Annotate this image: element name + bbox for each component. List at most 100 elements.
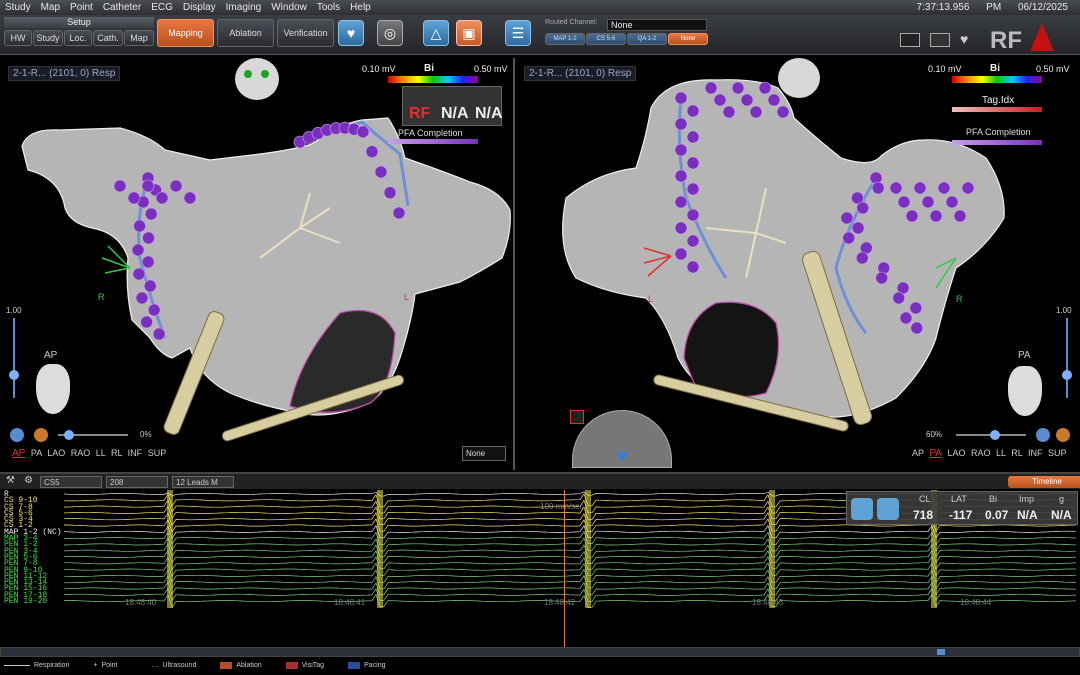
ablation-point[interactable] — [674, 117, 688, 131]
menu-window[interactable]: Window — [266, 2, 312, 13]
right-opacity-handle[interactable] — [990, 430, 1000, 440]
ablation-point[interactable] — [840, 211, 854, 225]
ablation-point[interactable] — [686, 260, 700, 274]
ablation-point[interactable] — [749, 105, 763, 119]
left-view-ap[interactable]: AP — [12, 448, 25, 459]
ablation-point[interactable] — [851, 221, 865, 235]
ablation-point[interactable] — [674, 143, 688, 157]
menu-ecg[interactable]: ECG — [146, 2, 178, 13]
metrics-target-icon[interactable] — [851, 498, 873, 520]
ablation-point[interactable] — [142, 231, 155, 245]
menu-point[interactable]: Point — [65, 2, 98, 13]
ablation-point[interactable] — [152, 327, 166, 341]
ablation-point[interactable] — [953, 209, 967, 223]
ablation-point[interactable] — [713, 93, 727, 107]
ablation-point[interactable] — [674, 221, 688, 235]
menu-imaging[interactable]: Imaging — [221, 2, 267, 13]
left-map-name[interactable]: 2-1-R... (2101, 0) Resp — [8, 66, 121, 81]
ecg-cursor-line[interactable] — [564, 490, 565, 648]
ecg-source-select[interactable]: CS5 — [40, 476, 102, 488]
tab-cath[interactable]: Cath. — [93, 30, 123, 46]
ablation-point[interactable] — [183, 191, 197, 205]
tab-hw[interactable]: HW — [4, 30, 32, 46]
ablation-point[interactable] — [365, 145, 379, 158]
ablation-point[interactable] — [147, 303, 161, 317]
ablation-point[interactable] — [144, 207, 158, 221]
left-view-inf[interactable]: INF — [128, 448, 143, 458]
ablation-point[interactable] — [686, 156, 700, 170]
ablation-point[interactable] — [855, 251, 869, 265]
ablation-point[interactable] — [674, 247, 688, 261]
right-view-rl[interactable]: RL — [1011, 448, 1022, 458]
ablation-point[interactable] — [686, 234, 700, 248]
left-zoom-track[interactable] — [13, 318, 15, 398]
ecg-settings-icon[interactable]: ⚙ — [24, 475, 33, 486]
ablation-point[interactable] — [856, 201, 870, 215]
ablation-point[interactable] — [842, 231, 856, 245]
ecg-leads-select[interactable]: 12 Leads M — [172, 476, 234, 488]
ecg-scroll-thumb[interactable] — [937, 649, 945, 655]
ablation-point[interactable] — [127, 191, 141, 205]
ablation-point[interactable] — [704, 81, 718, 95]
ablation-point[interactable] — [383, 186, 397, 199]
ablation-point[interactable] — [169, 179, 183, 193]
ablation-point[interactable] — [913, 181, 927, 195]
ablation-point[interactable] — [135, 291, 149, 305]
channel-qa12-button[interactable]: QA 1-2 — [627, 33, 667, 45]
ablation-point[interactable] — [909, 301, 923, 315]
ablation-point[interactable] — [141, 179, 155, 193]
ablation-point[interactable] — [892, 291, 906, 305]
ablation-point[interactable] — [674, 195, 688, 209]
right-view-rao[interactable]: RAO — [971, 448, 991, 458]
ablation-point[interactable] — [392, 206, 406, 220]
routed-channel-value[interactable]: None — [607, 19, 707, 31]
right-map-view[interactable]: 2-1-R... (2101, 0) Resp 0.10 mV Bi 0.50 … — [516, 58, 1080, 468]
ultrasound-toggle-icon[interactable] — [570, 410, 584, 424]
ablation-point[interactable] — [674, 91, 688, 105]
channel-cs56-button[interactable]: CS 5-6 — [586, 33, 626, 45]
right-view-ll[interactable]: LL — [996, 448, 1006, 458]
ablation-point[interactable] — [374, 165, 388, 179]
menu-study[interactable]: Study — [0, 2, 36, 13]
ablation-point[interactable] — [686, 208, 700, 222]
ablation-point[interactable] — [937, 181, 951, 195]
left-opacity-handle[interactable] — [64, 430, 74, 440]
left-view-ll[interactable]: LL — [96, 448, 106, 458]
left-rotate-icon[interactable] — [10, 428, 24, 442]
menu-display[interactable]: Display — [178, 2, 221, 13]
metrics-tag-icon[interactable] — [877, 498, 899, 520]
ablation-point[interactable] — [686, 130, 700, 144]
menu-tools[interactable]: Tools — [312, 2, 345, 13]
ablation-point[interactable] — [889, 181, 903, 195]
left-color-scale[interactable] — [388, 76, 478, 83]
ablation-point[interactable] — [141, 255, 155, 269]
right-zoom-track[interactable] — [1066, 318, 1068, 398]
ablation-point[interactable] — [929, 209, 943, 223]
right-map-name[interactable]: 2-1-R... (2101, 0) Resp — [524, 66, 637, 81]
left-view-lao[interactable]: LAO — [47, 448, 65, 458]
ecg-scrollbar[interactable] — [0, 647, 1080, 657]
left-none-dropdown[interactable]: None — [462, 446, 506, 461]
ablation-button[interactable]: Ablation — [217, 19, 274, 47]
ecg-tools-icon[interactable]: ⚒ — [6, 475, 15, 486]
ablation-point[interactable] — [722, 105, 736, 119]
ablation-point[interactable] — [133, 219, 146, 233]
monitor-icon[interactable] — [900, 33, 920, 47]
channel-none-button[interactable]: None — [668, 33, 708, 45]
timeline-button[interactable]: Timeline — [1008, 476, 1080, 488]
right-view-ap[interactable]: AP — [912, 448, 924, 458]
ablation-point[interactable] — [740, 93, 754, 107]
menu-help[interactable]: Help — [345, 2, 376, 13]
ablation-point[interactable] — [686, 104, 700, 118]
ablation-point[interactable] — [674, 169, 688, 183]
ablation-point[interactable] — [143, 279, 157, 293]
ablation-point[interactable] — [686, 182, 700, 196]
ablation-point[interactable] — [758, 81, 772, 95]
ablation-point[interactable] — [910, 321, 924, 335]
tab-map[interactable]: Map — [124, 30, 154, 46]
heart-settings-icon[interactable]: ♥ — [338, 20, 364, 46]
verification-button[interactable]: Verification — [277, 19, 334, 47]
right-color-scale[interactable] — [952, 76, 1042, 83]
ablation-point[interactable] — [961, 181, 975, 195]
menu-catheter[interactable]: Catheter — [98, 2, 146, 13]
